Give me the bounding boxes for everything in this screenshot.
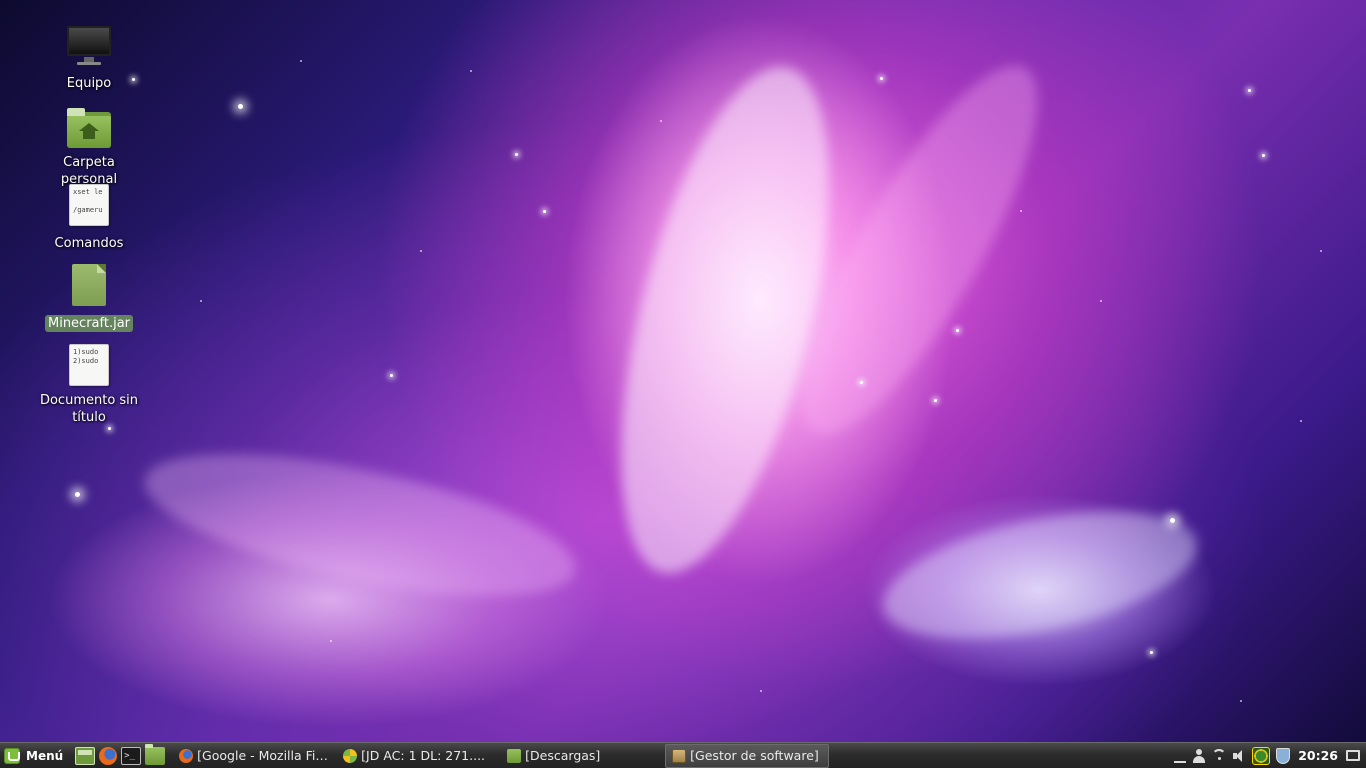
desktop-icon-minecraft-jar[interactable]: Minecraft.jar [31, 264, 147, 332]
star [470, 70, 472, 72]
menu-button[interactable]: Menú [0, 744, 69, 768]
computer-icon [65, 24, 113, 70]
aurora-streak [872, 487, 1208, 663]
home-folder-icon [65, 106, 113, 152]
quick-launch-bar [69, 743, 173, 765]
star [1150, 651, 1153, 654]
workspace-icon[interactable] [1346, 750, 1360, 761]
star [1240, 700, 1242, 702]
window-list: [Google - Mozilla Fir... [JD AC: 1 DL: 2… [173, 743, 830, 768]
desktop-icon-label: Documento sin título [39, 393, 139, 425]
star [934, 399, 937, 402]
star [956, 329, 959, 332]
desktop-icon-comandos[interactable]: xset le /gameru Comandos [31, 184, 147, 252]
star [300, 60, 302, 62]
star [880, 77, 883, 80]
star [75, 492, 80, 497]
text-file-icon: xset le /gameru [65, 184, 113, 230]
jar-file-icon [65, 264, 113, 310]
star [200, 300, 202, 302]
task-firefox[interactable]: [Google - Mozilla Fir... [173, 744, 337, 768]
task-label: [Google - Mozilla Fir... [197, 748, 332, 763]
show-desktop-icon[interactable] [1174, 757, 1187, 763]
star [1100, 300, 1102, 302]
file-preview-text: 1)sudo 2)sudo [73, 348, 99, 365]
file-preview-text: xset le /gameru [73, 188, 103, 214]
clock[interactable]: 20:26 [1296, 748, 1340, 763]
task-label: [Descargas] [525, 748, 601, 763]
star [860, 381, 863, 384]
text-file-icon: 1)sudo 2)sudo [65, 344, 113, 390]
show-desktop-icon[interactable] [75, 746, 96, 765]
jdownloader-icon [343, 748, 358, 763]
star [1300, 420, 1302, 422]
star [760, 690, 762, 692]
task-label: [JD AC: 1 DL: 271.... [361, 748, 486, 763]
task-label: [Gestor de software] [690, 748, 819, 763]
desktop-icon-label: Minecraft.jar [44, 315, 134, 332]
network-icon[interactable] [1212, 748, 1227, 763]
aurora-streak [133, 425, 587, 625]
star [238, 104, 243, 109]
star [108, 427, 111, 430]
firefox-icon [179, 748, 194, 763]
star [543, 210, 546, 213]
folder-icon [507, 748, 522, 763]
star [1248, 89, 1251, 92]
star [1262, 154, 1265, 157]
files-icon[interactable] [145, 743, 166, 765]
star [330, 640, 332, 642]
system-tray: 20:26 [1174, 743, 1366, 768]
terminal-icon[interactable] [121, 746, 142, 765]
desktop-icon-label: Comandos [54, 236, 124, 251]
desktop-wallpaper [0, 0, 1366, 742]
star [1170, 518, 1175, 523]
star [390, 374, 393, 377]
shield-icon[interactable] [1276, 747, 1291, 764]
software-manager-icon [672, 748, 687, 763]
update-manager-icon[interactable] [1252, 746, 1271, 765]
mint-logo-icon [4, 747, 20, 764]
menu-label: Menú [26, 748, 64, 763]
star [1320, 250, 1322, 252]
desktop-icon-documento-sin-titulo[interactable]: 1)sudo 2)sudo Documento sin título [31, 344, 147, 426]
task-gestor-de-software[interactable]: [Gestor de software] [665, 743, 830, 768]
volume-icon[interactable] [1232, 749, 1246, 763]
star [660, 120, 662, 122]
star [1020, 210, 1022, 212]
task-descargas[interactable]: [Descargas] [501, 744, 665, 768]
star [515, 153, 518, 156]
firefox-icon[interactable] [99, 746, 118, 765]
desktop-icon-label: Equipo [66, 76, 112, 91]
desktop-icon-carpeta-personal[interactable]: Carpeta personal [31, 106, 147, 188]
star [420, 250, 422, 252]
taskbar: Menú [Google - Mozilla Fir... [JD AC: 1 … [0, 742, 1366, 768]
desktop-icon-equipo[interactable]: Equipo [31, 24, 147, 92]
user-icon[interactable] [1192, 748, 1206, 763]
desktop-icon-label: Carpeta personal [60, 155, 118, 187]
task-jdownloader[interactable]: [JD AC: 1 DL: 271.... [337, 744, 501, 768]
